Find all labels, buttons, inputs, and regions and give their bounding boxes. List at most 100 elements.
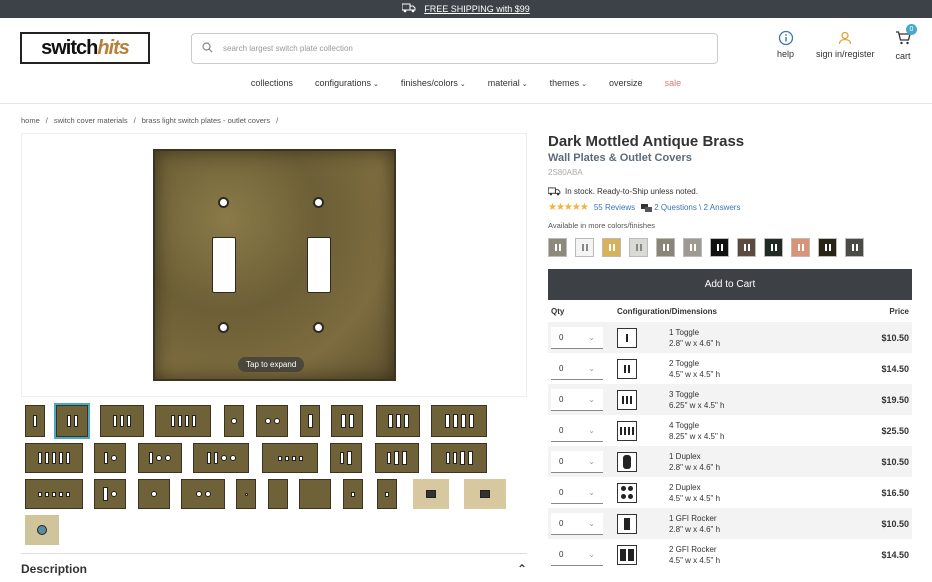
thumbnail[interactable] — [375, 443, 419, 473]
thumbnail[interactable] — [25, 515, 59, 545]
chevron-up-icon: ⌃ — [516, 562, 527, 576]
breadcrumb-materials[interactable]: switch cover materials — [54, 116, 128, 125]
site-logo[interactable]: switch hits — [20, 32, 150, 64]
color-swatch[interactable] — [737, 238, 756, 257]
thumbnail[interactable] — [155, 405, 211, 437]
breadcrumb-brass[interactable]: brass light switch plates - outlet cover… — [142, 116, 270, 125]
thumbnail[interactable] — [431, 443, 487, 473]
config-info: 1 GFI Rocker 2.8" w x 4.6" h — [669, 513, 869, 535]
nav-sale[interactable]: sale — [665, 78, 682, 88]
color-swatch[interactable] — [683, 238, 702, 257]
color-swatch[interactable] — [764, 238, 783, 257]
nav-collections[interactable]: collections — [251, 78, 293, 88]
thumbnail[interactable] — [100, 405, 144, 437]
thumbnail[interactable] — [138, 479, 170, 509]
nav-configurations[interactable]: configurations ⌄ — [315, 78, 379, 88]
free-shipping-link[interactable]: FREE SHIPPING with $99 — [424, 4, 530, 14]
configuration-icon — [617, 544, 637, 565]
rocker-slot — [624, 517, 630, 530]
thumbnail[interactable] — [193, 443, 249, 473]
thumbnail[interactable] — [25, 443, 83, 473]
nav-oversize[interactable]: oversize — [609, 78, 643, 88]
config-info: 3 Toggle 6.25" w x 4.5" h — [669, 389, 869, 411]
product-main-image[interactable]: Tap to expand — [21, 133, 527, 397]
qty-select[interactable]: 0 ⌄ — [551, 450, 603, 473]
thumbnail[interactable] — [464, 479, 506, 509]
qty-select[interactable]: 0 ⌄ — [551, 543, 603, 566]
thumbnail[interactable] — [54, 403, 90, 439]
nav-label: oversize — [609, 78, 643, 88]
breadcrumb-home[interactable]: home — [21, 116, 40, 125]
qty-select[interactable]: 0 ⌄ — [551, 419, 603, 442]
thumbnail[interactable] — [268, 479, 288, 509]
product-title: Dark Mottled Antique Brass — [548, 133, 745, 150]
qty-select[interactable]: 0 ⌄ — [551, 481, 603, 504]
config-name: 3 Toggle — [669, 389, 700, 399]
thumbnail[interactable] — [413, 479, 449, 509]
nav-themes[interactable]: themes ⌄ — [550, 78, 587, 88]
thumbnail[interactable] — [262, 443, 318, 473]
toggle-slot — [624, 426, 626, 435]
config-price: $10.50 — [881, 456, 909, 467]
search-input[interactable]: search largest switch plate collection — [191, 33, 718, 64]
nav-material[interactable]: material ⌄ — [488, 78, 528, 88]
cart-label: cart — [895, 51, 911, 61]
chevron-down-icon: ⌄ — [588, 332, 595, 342]
thumbnail[interactable] — [376, 405, 420, 437]
nav-label: material — [487, 78, 520, 88]
toggle-slot — [630, 395, 632, 404]
qa-link[interactable]: 2 Questions \ 2 Answers — [641, 203, 740, 212]
swatch-slot — [558, 244, 561, 251]
color-swatch[interactable] — [791, 238, 810, 257]
thumbnail[interactable] — [431, 405, 487, 437]
color-swatch[interactable] — [629, 238, 648, 257]
description-accordion[interactable]: Description ⌃ — [21, 553, 527, 576]
thumbnail[interactable] — [299, 479, 331, 509]
thumbnail[interactable] — [236, 479, 256, 509]
qty-value: 0 — [559, 518, 564, 528]
qty-select[interactable]: 0 ⌄ — [551, 326, 603, 349]
add-to-cart-button[interactable]: Add to Cart — [548, 269, 912, 300]
chevron-down-icon: ⌄ — [581, 81, 588, 88]
thumbnail[interactable] — [94, 479, 126, 509]
duplex-outlet — [623, 454, 631, 469]
main-nav: collections configurations ⌄ finishes/col… — [0, 78, 932, 88]
color-swatch[interactable] — [575, 238, 594, 257]
color-swatch[interactable] — [818, 238, 837, 257]
thumbnail[interactable] — [138, 443, 182, 473]
price-header: Price — [889, 306, 909, 316]
cart-button[interactable]: 0 cart — [895, 24, 917, 61]
qty-select[interactable]: 0 ⌄ — [551, 512, 603, 535]
thumbnail[interactable] — [343, 479, 363, 509]
nav-finishes[interactable]: finishes/colors ⌄ — [401, 78, 466, 88]
reviews-link[interactable]: 55 Reviews — [594, 203, 635, 212]
thumbnail[interactable] — [25, 405, 45, 437]
config-dimensions: 4.5" w x 4.5" h — [669, 493, 721, 503]
thumbnail[interactable] — [330, 443, 362, 473]
config-row: 0 ⌄ 1 Toggle 2.8" w x 4.6" h $10.50 — [548, 322, 912, 353]
thumbnail[interactable] — [377, 479, 397, 509]
qty-header: Qty — [551, 306, 565, 316]
screw-hole — [313, 322, 324, 333]
color-swatch[interactable] — [656, 238, 675, 257]
help-button[interactable]: help — [777, 30, 794, 59]
thumbnail[interactable] — [25, 479, 83, 509]
chevron-down-icon: ⌄ — [521, 81, 528, 88]
color-swatch[interactable] — [710, 238, 729, 257]
thumbnail[interactable] — [94, 443, 126, 473]
color-swatch[interactable] — [845, 238, 864, 257]
qty-value: 0 — [559, 549, 564, 559]
thumbnail[interactable] — [224, 405, 244, 437]
color-swatch[interactable] — [602, 238, 621, 257]
qty-select[interactable]: 0 ⌄ — [551, 357, 603, 380]
config-dimensions: 8.25" w x 4.5" h — [669, 431, 725, 441]
thumbnail[interactable] — [181, 479, 225, 509]
screw-hole — [218, 322, 229, 333]
thumbnail[interactable] — [256, 405, 288, 437]
toggle-opening — [212, 237, 236, 293]
sign-in-button[interactable]: sign in/register — [816, 30, 875, 59]
qty-select[interactable]: 0 ⌄ — [551, 388, 603, 411]
color-swatch[interactable] — [548, 238, 567, 257]
thumbnail[interactable] — [300, 405, 320, 437]
thumbnail[interactable] — [331, 405, 363, 437]
